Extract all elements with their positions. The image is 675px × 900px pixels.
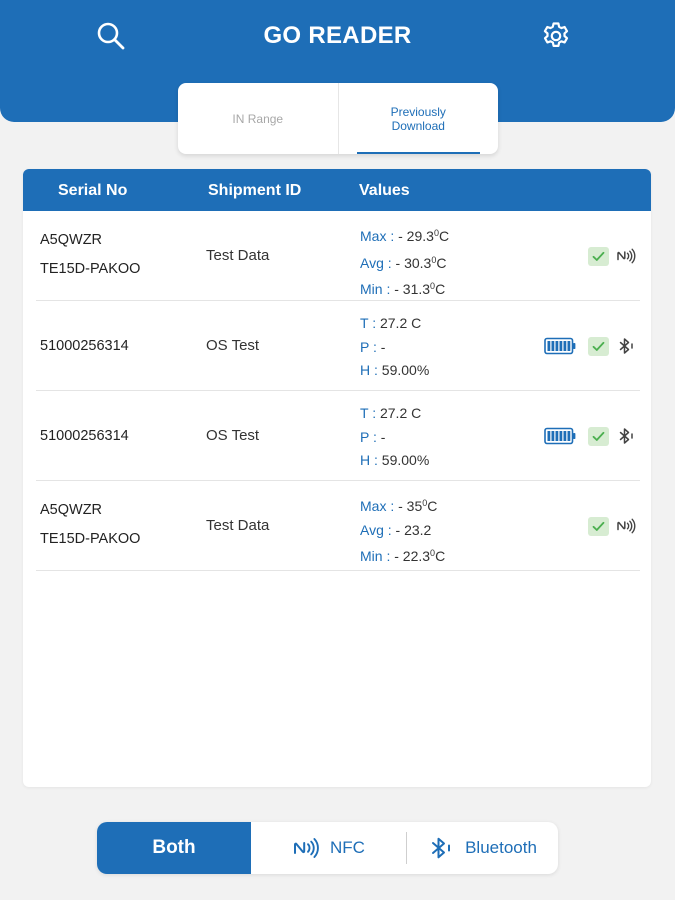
table-row[interactable]: A5QWZR TE15D-PAKOO Test Data Max : - 350… xyxy=(36,481,640,571)
column-header-shipment: Shipment ID xyxy=(208,182,302,199)
reading-values: T : 27.2 C P : - H : 59.00% xyxy=(360,312,429,383)
row-status-icons xyxy=(544,334,636,358)
reading-values: T : 27.2 C P : - H : 59.00% xyxy=(360,402,429,473)
filter-nfc-button[interactable]: NFC xyxy=(251,822,406,874)
filter-both-label: Both xyxy=(152,837,196,858)
value-avg: Avg : - 30.30C xyxy=(360,254,447,271)
value-humidity: H : 59.00% xyxy=(360,362,430,378)
shipment-id: Test Data xyxy=(206,247,270,264)
value-pressure: P : - xyxy=(360,428,386,445)
table-header: Serial No Shipment ID Values xyxy=(23,169,651,211)
shipment-id: Test Data xyxy=(206,517,270,534)
filter-bluetooth-label: Bluetooth xyxy=(465,838,537,857)
tab-previously-download[interactable]: Previously Download xyxy=(339,83,499,154)
column-header-values: Values xyxy=(359,182,410,199)
nfc-icon xyxy=(616,516,636,536)
filter-bluetooth-button[interactable]: Bluetooth xyxy=(406,822,558,874)
row-status-icons xyxy=(588,244,636,268)
bluetooth-icon xyxy=(616,426,636,446)
tab-in-range[interactable]: IN Range xyxy=(178,83,339,154)
serial-line-1: A5QWZR xyxy=(40,502,103,518)
filter-both-button[interactable]: Both xyxy=(97,822,251,874)
value-humidity: H : 59.00% xyxy=(360,452,430,468)
reading-values: Max : - 350C Avg : - 23.2 Min : - 22.30C xyxy=(360,492,445,569)
value-temperature: T : 27.2 C xyxy=(360,315,422,331)
value-min: Min : - 31.30C xyxy=(360,281,446,297)
connection-filter: Both NFC Bluetooth xyxy=(97,822,558,874)
nfc-icon xyxy=(616,246,636,266)
value-temperature: T : 27.2 C xyxy=(360,405,422,421)
serial-line-2: TE15D-PAKOO xyxy=(40,261,141,277)
column-header-serial: Serial No xyxy=(58,182,128,199)
view-tabs: IN Range Previously Download xyxy=(178,83,498,154)
battery-icon xyxy=(544,337,576,355)
value-avg: Avg : - 23.2 xyxy=(360,521,432,538)
value-max: Max : - 29.30C xyxy=(360,228,450,244)
nfc-icon xyxy=(292,835,322,861)
check-icon xyxy=(588,516,609,536)
table-row[interactable]: A5QWZR TE15D-PAKOO Test Data Max : - 29.… xyxy=(36,211,640,301)
serial-line-2: TE15D-PAKOO xyxy=(40,531,141,547)
serial-line-1: A5QWZR xyxy=(40,232,103,248)
gear-icon[interactable] xyxy=(540,20,572,52)
filter-nfc-label: NFC xyxy=(330,838,365,857)
shipment-table: Serial No Shipment ID Values A5QWZR TE15… xyxy=(23,169,651,787)
active-tab-indicator xyxy=(356,152,480,154)
shipment-id: OS Test xyxy=(206,427,260,444)
table-row[interactable]: 51000256314 OS Test T : 27.2 C P : - H :… xyxy=(36,391,640,481)
shipment-id: OS Test xyxy=(206,337,260,354)
value-min: Min : - 22.30C xyxy=(360,548,446,564)
table-row[interactable]: 51000256314 OS Test T : 27.2 C P : - H :… xyxy=(36,301,640,391)
value-max: Max : - 350C xyxy=(360,498,438,514)
check-icon xyxy=(588,426,609,446)
app-title: GO READER xyxy=(263,22,412,49)
row-status-icons xyxy=(544,424,636,448)
serial-number: 51000256314 xyxy=(40,338,129,354)
battery-icon xyxy=(544,427,576,445)
row-status-icons xyxy=(588,514,636,538)
bluetooth-icon xyxy=(427,835,457,861)
reading-values: Max : - 29.30C Avg : - 30.30C Min : - 31… xyxy=(360,222,449,302)
check-icon xyxy=(588,336,609,356)
serial-number: 51000256314 xyxy=(40,428,129,444)
value-pressure: P : - xyxy=(360,338,386,355)
tab-previously-download-label: Previously Download xyxy=(390,104,446,133)
bluetooth-icon xyxy=(616,336,636,356)
check-icon xyxy=(588,246,609,266)
tab-in-range-label: IN Range xyxy=(232,111,284,126)
